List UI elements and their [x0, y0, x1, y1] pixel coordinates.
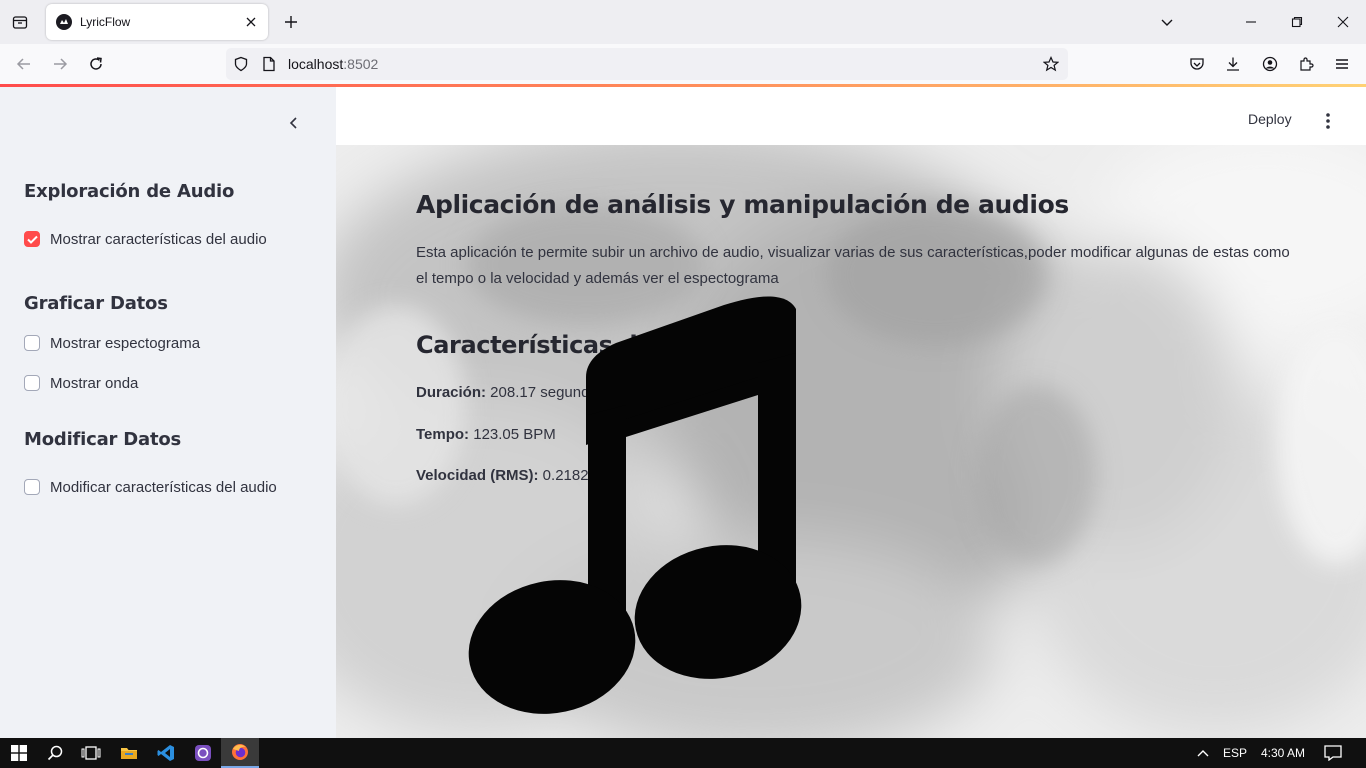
section-heading-exploracion: Exploración de Audio — [24, 181, 235, 202]
section-heading-modificar: Modificar Datos — [24, 429, 182, 450]
input-language[interactable]: ESP — [1223, 746, 1247, 760]
new-tab-icon[interactable] — [278, 9, 304, 35]
search-icon[interactable] — [36, 738, 74, 768]
clock[interactable]: 4:30 AM — [1261, 746, 1305, 760]
sidebar: Exploración de Audio Mostrar característ… — [0, 87, 336, 738]
firefox-icon[interactable] — [221, 738, 259, 768]
app-menu-icon[interactable] — [1328, 50, 1356, 78]
windows-start-icon[interactable] — [0, 738, 38, 768]
list-all-tabs-chevron-icon[interactable] — [1152, 7, 1182, 37]
checkbox-mostrar-caracteristicas[interactable]: Mostrar características del audio — [24, 229, 267, 249]
tab-list-icon[interactable] — [6, 8, 34, 36]
browser-nav-bar: localhost:8502 — [0, 44, 1366, 85]
address-bar[interactable]: localhost:8502 — [226, 48, 1068, 80]
more-options-icon[interactable] — [1314, 109, 1342, 133]
notifications-icon[interactable] — [1314, 738, 1352, 768]
checked-checkbox-icon[interactable] — [24, 231, 40, 247]
reload-icon[interactable] — [82, 50, 110, 78]
music-note-icon — [468, 296, 802, 714]
checkbox-modificar-caracteristicas[interactable]: Modificar características del audio — [24, 477, 277, 497]
deploy-button[interactable]: Deploy — [1248, 111, 1292, 127]
feature-label: Tempo: — [416, 426, 470, 443]
page-icon[interactable] — [260, 55, 278, 73]
file-explorer-icon[interactable] — [110, 738, 148, 768]
browser-tab[interactable]: LyricFlow — [46, 4, 268, 40]
windows-taskbar: ESP 4:30 AM — [0, 738, 1366, 768]
checkbox-icon[interactable] — [24, 335, 40, 351]
url-host: localhost — [288, 56, 344, 72]
checkbox-label[interactable]: Modificar características del audio — [50, 479, 277, 496]
checkbox-icon[interactable] — [24, 375, 40, 391]
restore-icon[interactable] — [1282, 7, 1312, 37]
forward-arrow-icon[interactable] — [46, 50, 74, 78]
main-area: Deploy Aplicación de análisis y manipula… — [336, 87, 1366, 738]
checkbox-mostrar-onda[interactable]: Mostrar onda — [24, 373, 138, 393]
github-desktop-icon[interactable] — [184, 738, 222, 768]
checkbox-label[interactable]: Mostrar características del audio — [50, 231, 267, 248]
extensions-icon[interactable] — [1292, 50, 1320, 78]
shield-icon[interactable] — [232, 55, 250, 73]
account-icon[interactable] — [1256, 50, 1284, 78]
tab-title: LyricFlow — [80, 15, 131, 29]
vscode-icon[interactable] — [147, 738, 185, 768]
checkbox-icon[interactable] — [24, 479, 40, 495]
checkbox-label[interactable]: Mostrar onda — [50, 375, 138, 392]
checkbox-mostrar-espectograma[interactable]: Mostrar espectograma — [24, 333, 200, 353]
checkbox-label[interactable]: Mostrar espectograma — [50, 335, 200, 352]
url-text[interactable]: localhost:8502 — [288, 56, 378, 72]
app-header: Deploy — [336, 87, 1366, 145]
back-arrow-icon[interactable] — [10, 50, 38, 78]
minimize-icon[interactable] — [1236, 7, 1266, 37]
section-heading-graficar: Graficar Datos — [24, 293, 168, 314]
downloads-icon[interactable] — [1219, 50, 1247, 78]
pocket-icon[interactable] — [1183, 50, 1211, 78]
bookmark-star-icon[interactable] — [1042, 55, 1060, 73]
browser-tab-bar: LyricFlow — [0, 0, 1366, 44]
show-hidden-icons-chevron-icon[interactable] — [1185, 738, 1221, 768]
url-port: :8502 — [343, 56, 379, 72]
task-view-icon[interactable] — [72, 738, 110, 768]
collapse-sidebar-icon[interactable] — [282, 111, 306, 135]
close-window-icon[interactable] — [1328, 7, 1358, 37]
page-title: Aplicación de análisis y manipulación de… — [416, 190, 1069, 219]
lyricflow-favicon-icon — [56, 14, 72, 30]
close-tab-icon[interactable] — [242, 13, 260, 31]
